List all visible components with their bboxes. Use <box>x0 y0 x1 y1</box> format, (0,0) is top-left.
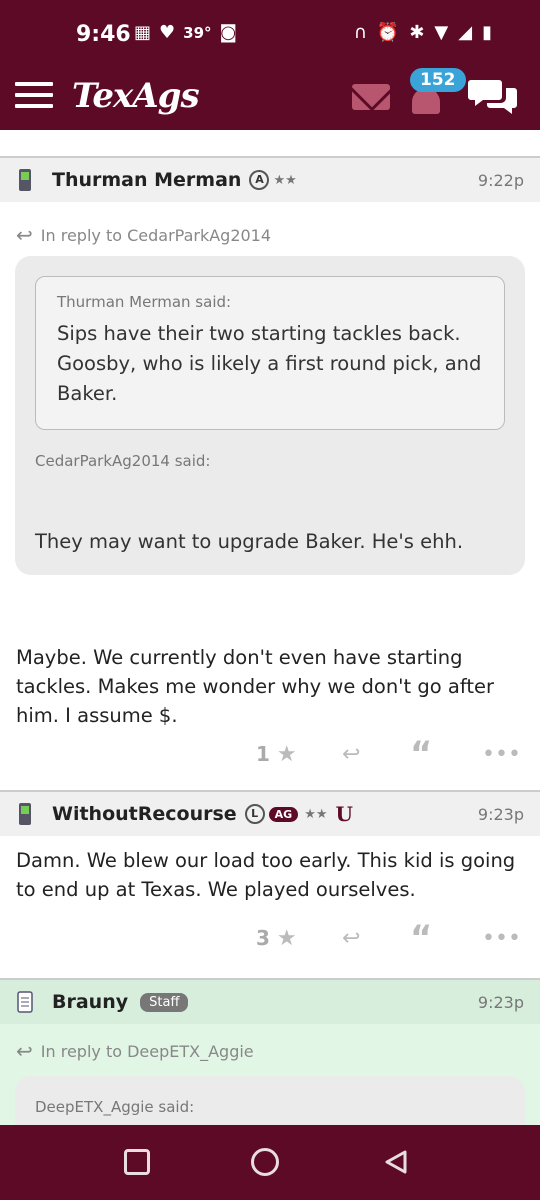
status-bar: 9:46 ▦ ♥ 39° ◙ ∩ ⏰ ✱ ▼ ◢ ▮ <box>0 0 540 70</box>
reply-button-icon[interactable]: ↩ <box>342 742 360 767</box>
phone-icon <box>19 803 31 825</box>
headphones-icon: ∩ <box>353 22 367 43</box>
post-actions: 3 ★ ↩ “ ••• <box>0 904 540 978</box>
post-feed[interactable]: Thurman Merman A ★★ 9:22p ↩ In reply to … <box>0 130 540 1125</box>
texags-logo[interactable]: TexAgs <box>72 76 200 116</box>
user-badge-l: L <box>244 804 265 824</box>
u-logo-icon: U <box>335 802 353 826</box>
post-time: 9:23p <box>477 804 524 824</box>
chat-bubbles-icon[interactable] <box>468 76 518 118</box>
post-author[interactable]: WithoutRecourse <box>52 803 237 825</box>
quote-block: DeepETX_Aggie said: <box>15 1076 525 1125</box>
notification-badge: 152 <box>410 68 466 92</box>
hamburger-menu-icon[interactable] <box>15 82 53 112</box>
battery-icon: ▮ <box>482 22 492 43</box>
quote-button-icon[interactable]: “ <box>410 734 432 774</box>
status-left-icons: ▦ ♥ 39° ◙ <box>134 22 237 43</box>
star-button[interactable]: 3 ★ <box>256 926 297 951</box>
quote-author: DeepETX_Aggie said: <box>35 1098 195 1116</box>
temperature: 39° <box>183 23 212 42</box>
reply-arrow-icon: ↩ <box>16 1039 33 1063</box>
user-badge-a: A <box>249 170 270 190</box>
post-time: 9:23p <box>477 992 524 1012</box>
phone-icon <box>19 169 31 191</box>
heart-icon: ♥ <box>159 22 176 43</box>
quote-block: Thurman Merman said: Sips have their two… <box>15 256 525 575</box>
nested-quote-author: Thurman Merman said: <box>57 293 232 311</box>
post-author[interactable]: Thurman Merman <box>52 169 241 191</box>
signal-icon: ◢ <box>458 22 473 43</box>
reply-to-text: In reply to DeepETX_Aggie <box>40 1041 254 1061</box>
alarm-icon: ⏰ <box>376 22 400 43</box>
quote-author: CedarParkAg2014 said: <box>35 452 211 470</box>
previous-post-actions <box>0 130 540 158</box>
star-button[interactable]: 1 ★ <box>256 742 297 767</box>
nested-quote-block: Thurman Merman said: Sips have their two… <box>35 276 505 430</box>
star-count: 3 <box>256 926 270 950</box>
post-body: Maybe. We currently don't even have star… <box>16 646 495 727</box>
post-actions: 1 ★ ↩ “ ••• <box>0 730 540 790</box>
radio-icon: ◙ <box>219 22 237 43</box>
grid-icon: ▦ <box>134 22 152 43</box>
post-time: 9:22p <box>477 170 524 190</box>
document-icon <box>17 991 33 1013</box>
bluetooth-icon: ✱ <box>409 22 425 43</box>
rank-stars-icon: ★★ <box>273 172 297 188</box>
more-options-icon[interactable]: ••• <box>482 742 521 767</box>
star-count: 1 <box>256 742 270 766</box>
reply-arrow-icon: ↩ <box>16 223 33 247</box>
post-author[interactable]: Brauny <box>52 991 128 1013</box>
reply-to[interactable]: ↩ In reply to DeepETX_Aggie <box>0 1024 540 1074</box>
reply-to[interactable]: ↩ In reply to CedarParkAg2014 <box>0 202 540 254</box>
staff-post-body: ↩ In reply to DeepETX_Aggie DeepETX_Aggi… <box>0 1024 540 1125</box>
rank-stars-icon: ★★ <box>304 806 328 822</box>
wifi-icon: ▼ <box>434 22 449 43</box>
status-time: 9:46 <box>76 22 131 47</box>
staff-badge: Staff <box>140 992 189 1012</box>
post-header: WithoutRecourse L AG ★★ U 9:23p <box>0 792 540 836</box>
user-badge-ag: AG <box>268 806 299 822</box>
back-button-icon[interactable] <box>383 1149 409 1175</box>
nested-quote-text: Sips have their two starting tackles bac… <box>57 322 482 405</box>
recents-button-icon[interactable] <box>124 1149 150 1175</box>
more-options-icon[interactable]: ••• <box>482 926 521 951</box>
post-header: Thurman Merman A ★★ 9:22p <box>0 158 540 202</box>
mail-icon[interactable] <box>352 84 390 110</box>
reply-to-text: In reply to CedarParkAg2014 <box>40 225 272 245</box>
home-button-icon[interactable] <box>251 1148 279 1176</box>
quote-text: They may want to upgrade Baker. He's ehh… <box>35 530 464 553</box>
post-header-staff: Brauny Staff 9:23p <box>0 980 540 1024</box>
post-body: Damn. We blew our load too early. This k… <box>16 849 516 901</box>
android-nav-bar <box>0 1125 540 1200</box>
status-right-icons: ∩ ⏰ ✱ ▼ ◢ ▮ <box>354 22 492 43</box>
reply-button-icon[interactable]: ↩ <box>342 926 360 951</box>
quote-button-icon[interactable]: “ <box>410 918 432 958</box>
